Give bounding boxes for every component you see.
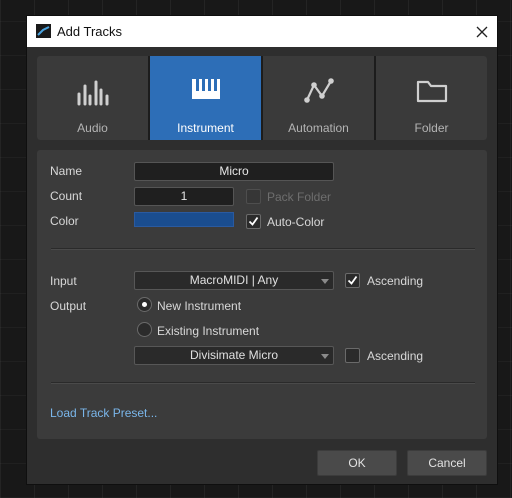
dialog-title: Add Tracks <box>57 24 123 39</box>
track-settings-panel: Name Micro Count 1 Pack Folder Color Aut… <box>37 150 487 439</box>
automation-curve-icon <box>303 78 334 103</box>
auto-color-checkbox[interactable] <box>246 214 261 229</box>
separator <box>51 382 475 384</box>
track-type-tabs: Audio Instrument Automation Folder <box>37 56 487 140</box>
title-bar: Add Tracks <box>27 16 497 47</box>
pack-folder-label: Pack Folder <box>267 190 332 204</box>
waveform-icon <box>77 80 108 106</box>
tab-automation-label: Automation <box>288 121 349 135</box>
color-swatch[interactable] <box>134 212 234 227</box>
load-track-preset-link[interactable]: Load Track Preset... <box>50 406 157 420</box>
pack-folder-checkbox[interactable] <box>246 189 261 204</box>
input-ascending-label: Ascending <box>367 274 424 288</box>
checkmark-icon <box>248 216 259 226</box>
instrument-dropdown-value: Divisimate Micro <box>189 348 278 362</box>
auto-color-label: Auto-Color <box>267 215 325 229</box>
ok-button[interactable]: OK <box>317 450 397 476</box>
tab-automation[interactable]: Automation <box>263 56 376 140</box>
output-label: Output <box>50 299 87 313</box>
count-field[interactable]: 1 <box>134 187 234 206</box>
count-label: Count <box>50 189 83 203</box>
tab-instrument[interactable]: Instrument <box>150 56 263 140</box>
cancel-button[interactable]: Cancel <box>407 450 487 476</box>
separator <box>51 248 475 250</box>
tab-folder-label: Folder <box>414 121 449 135</box>
new-instrument-radio[interactable] <box>137 297 152 312</box>
instrument-dropdown[interactable]: Divisimate Micro <box>134 346 334 365</box>
existing-instrument-radio[interactable] <box>137 322 152 337</box>
new-instrument-label: New Instrument <box>157 299 242 313</box>
chevron-down-icon <box>321 354 329 359</box>
input-label: Input <box>50 274 77 288</box>
close-icon <box>476 26 488 37</box>
tab-instrument-label: Instrument <box>177 121 234 135</box>
checkmark-icon <box>347 275 358 285</box>
input-dropdown[interactable]: MacroMIDI | Any <box>134 271 334 290</box>
tab-audio-label: Audio <box>77 121 108 135</box>
close-button[interactable] <box>467 16 497 47</box>
keyboard-icon <box>191 79 220 99</box>
input-dropdown-value: MacroMIDI | Any <box>189 273 279 287</box>
tab-audio[interactable]: Audio <box>37 56 150 140</box>
tab-folder[interactable]: Folder <box>376 56 487 140</box>
chevron-down-icon <box>321 279 329 284</box>
input-ascending-checkbox[interactable] <box>345 273 360 288</box>
folder-icon <box>416 80 447 103</box>
app-icon <box>36 24 51 38</box>
add-tracks-dialog: Add Tracks Audio Instrument Automation F… <box>26 15 498 485</box>
name-field[interactable]: Micro <box>134 162 334 181</box>
existing-instrument-label: Existing Instrument <box>157 324 260 338</box>
color-label: Color <box>50 214 79 228</box>
output-ascending-label: Ascending <box>367 349 424 363</box>
name-label: Name <box>50 164 83 178</box>
output-ascending-checkbox[interactable] <box>345 348 360 363</box>
